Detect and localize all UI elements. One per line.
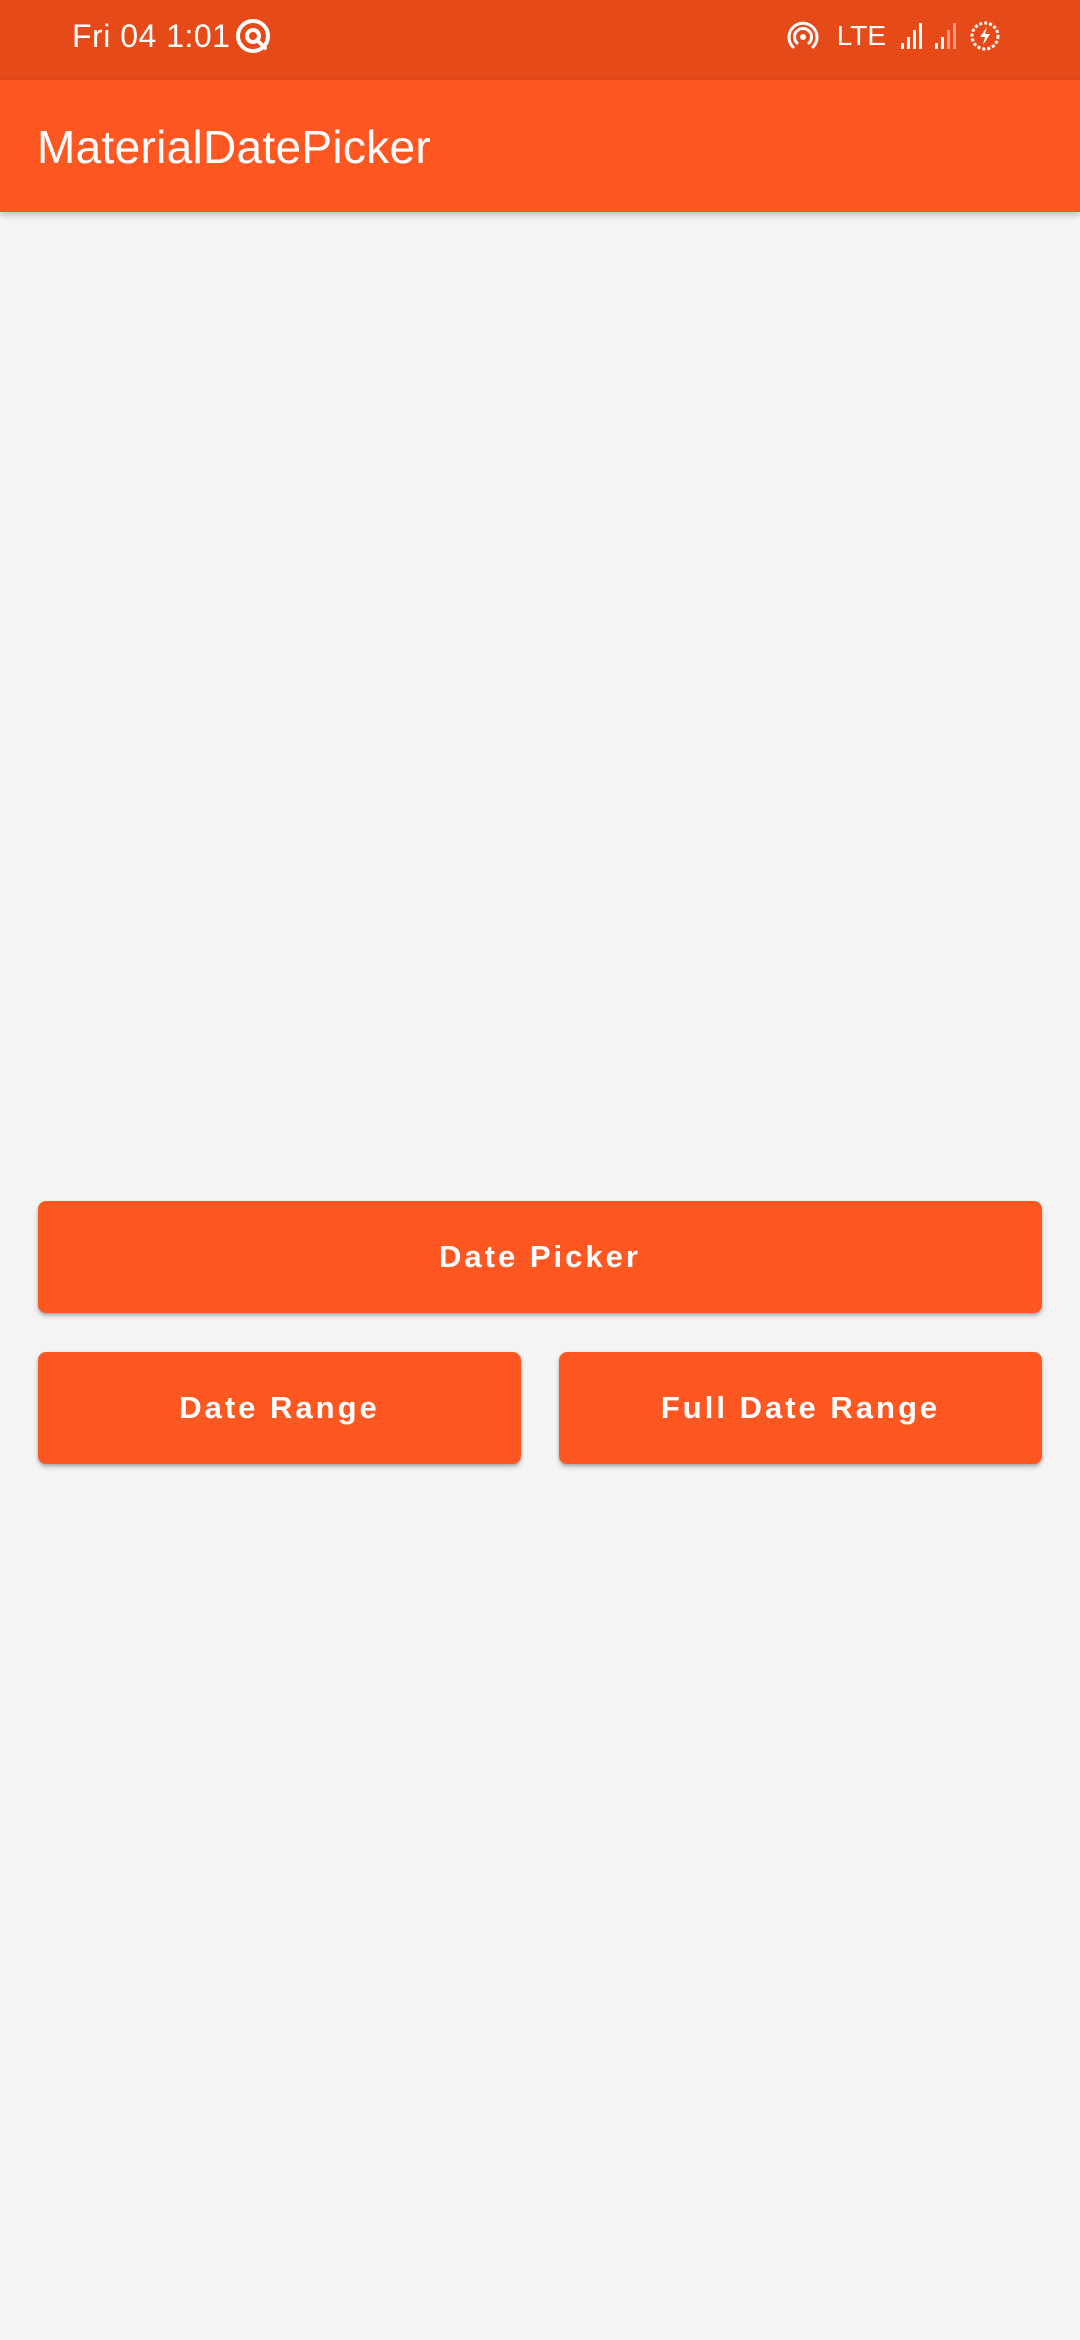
status-time: Fri 04 1:01	[72, 18, 231, 54]
date-picker-button[interactable]: Date Picker	[38, 1201, 1042, 1313]
sync-icon	[236, 19, 270, 53]
app-bar: MaterialDatePicker	[0, 80, 1080, 212]
page-title: MaterialDatePicker	[37, 121, 431, 173]
signal-weak-icon	[935, 23, 956, 49]
hotspot-icon	[787, 21, 819, 49]
status-icons: LTE	[787, 14, 1002, 58]
full-date-range-button[interactable]: Full Date Range	[559, 1352, 1042, 1464]
network-type-label: LTE	[836, 20, 886, 51]
battery-saver-icon	[970, 21, 1000, 51]
status-bar: Fri 04 1:01 LTE	[0, 0, 1080, 80]
date-range-button[interactable]: Date Range	[38, 1352, 521, 1464]
signal-icon	[901, 23, 922, 49]
